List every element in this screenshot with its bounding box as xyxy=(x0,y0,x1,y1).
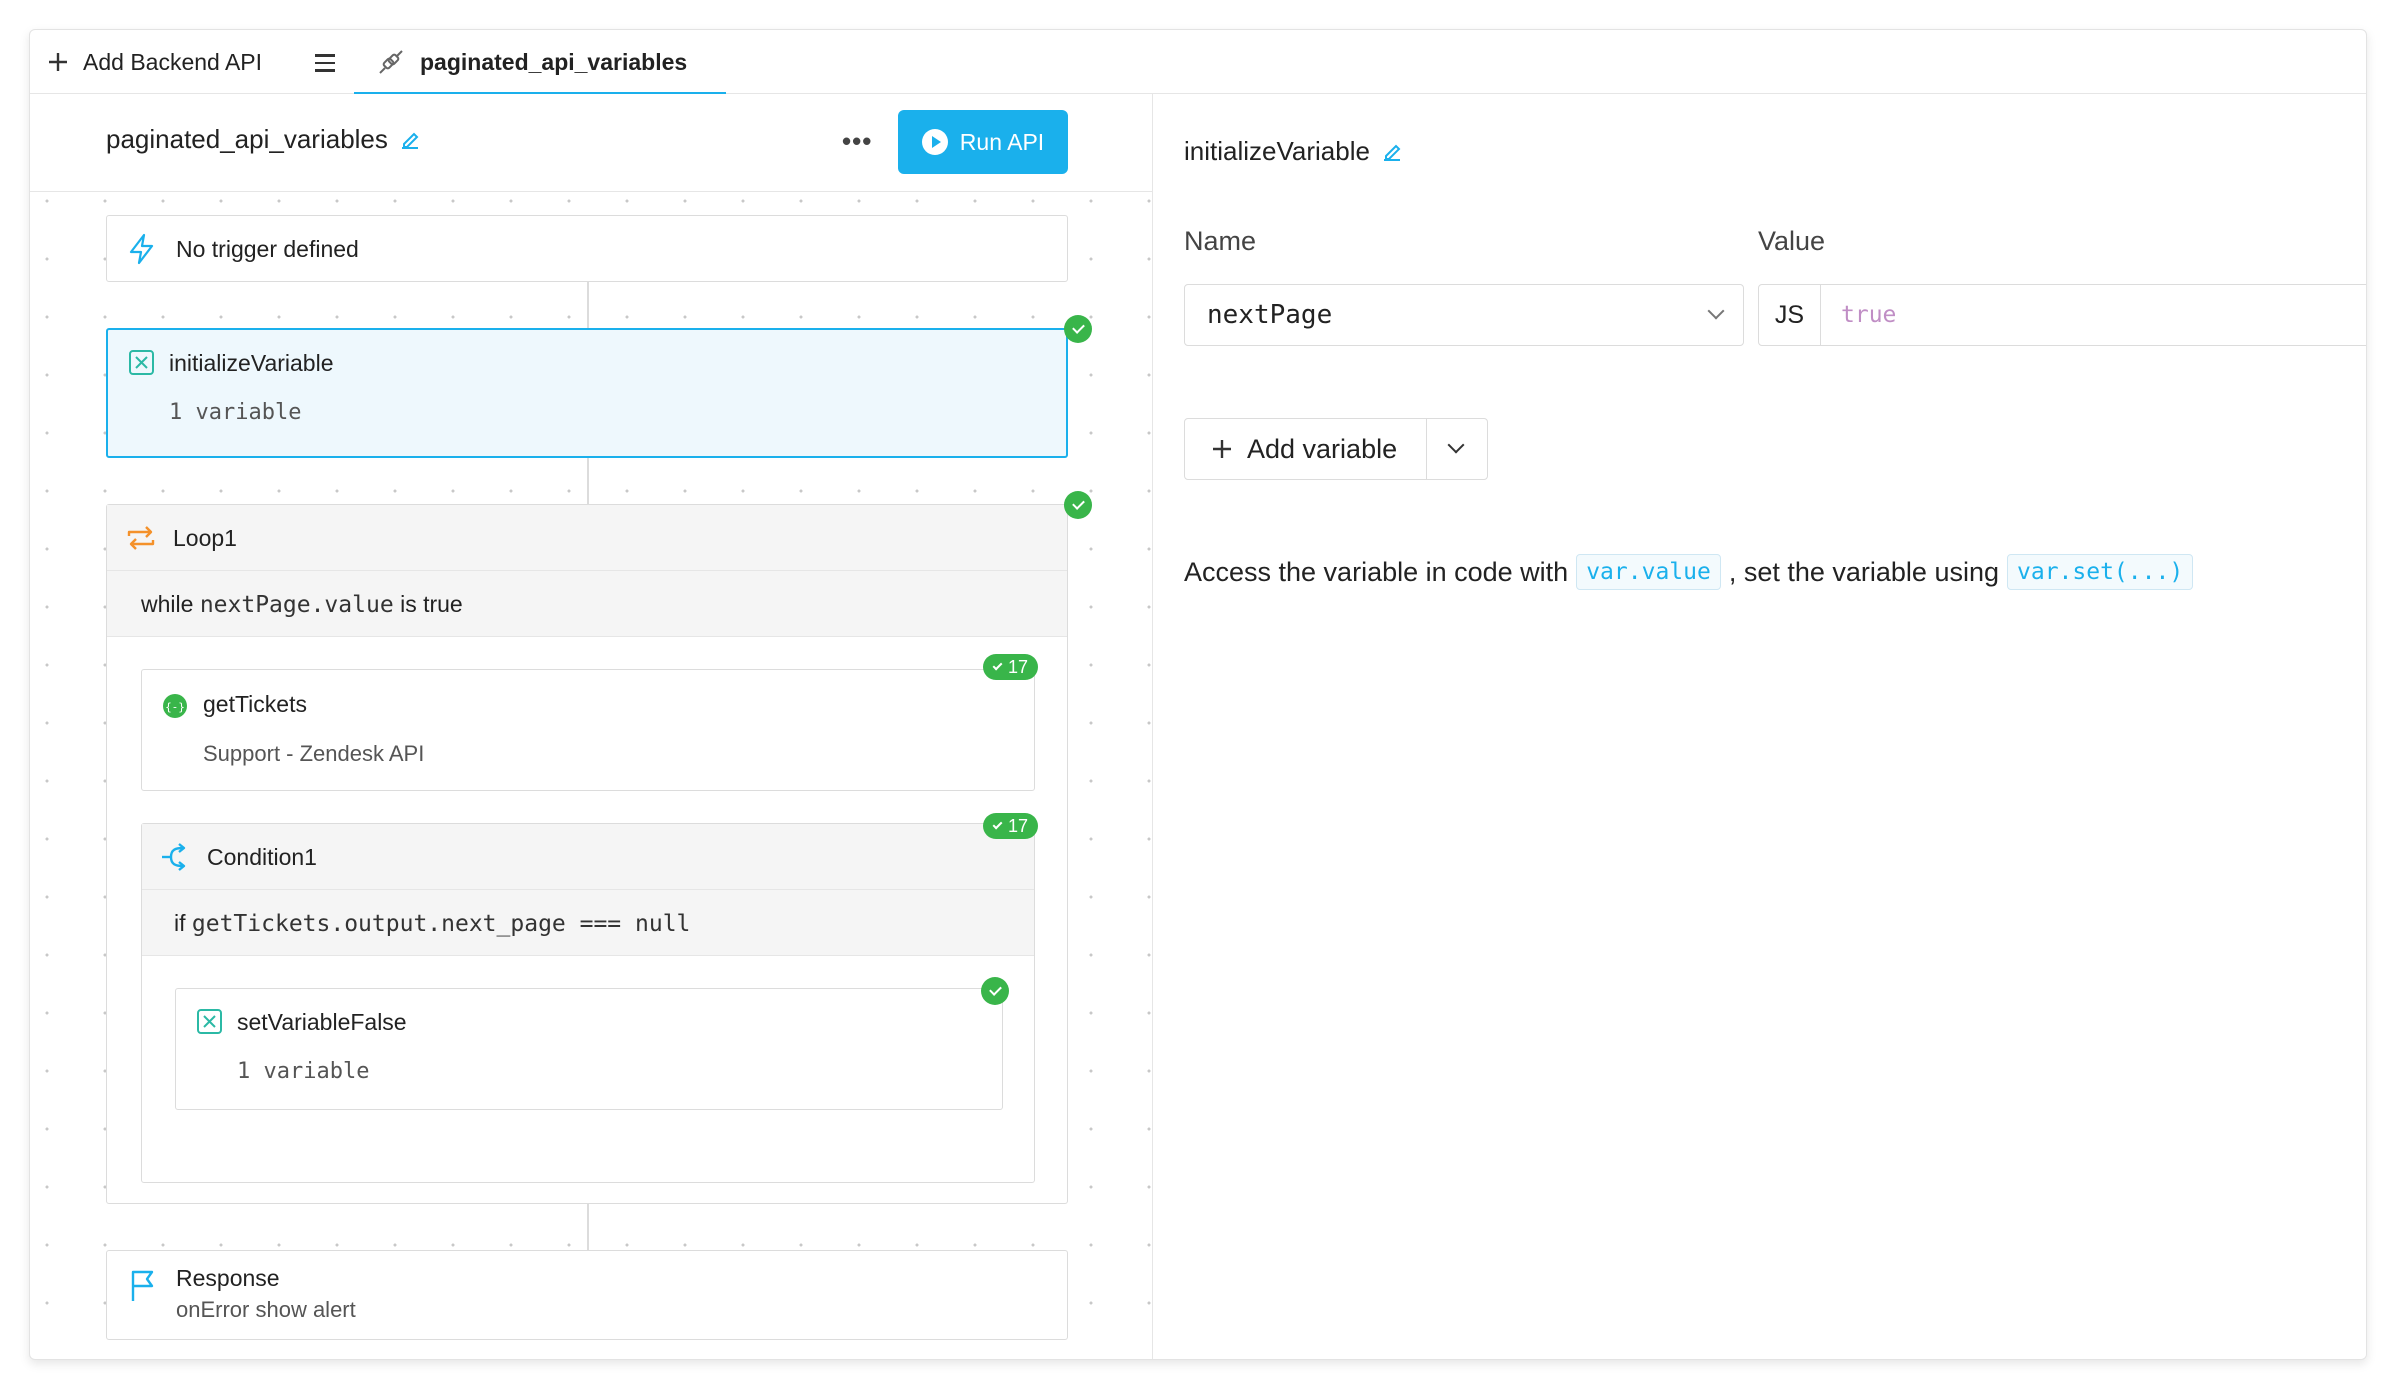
run-count-badge: 17 xyxy=(983,813,1039,839)
name-label: Name xyxy=(1184,226,1257,256)
add-backend-api-label: Add Backend API xyxy=(83,48,263,75)
help-code-set: var.set(...) xyxy=(2007,554,2194,590)
node-subtitle: 1 variable xyxy=(237,1059,370,1084)
condition-node[interactable]: Condition1 if getTickets.output.next_pag… xyxy=(141,823,1035,1183)
node-title: initializeVariable xyxy=(169,350,334,376)
chevron-down-icon xyxy=(1707,302,1725,320)
variable-help-text: Access the variable in code with var.val… xyxy=(1184,554,2194,590)
flow-header: paginated_api_variables ••• Run API xyxy=(30,94,1152,192)
condition-title: Condition1 xyxy=(207,844,317,870)
help-prefix: Access the variable in code with xyxy=(1184,556,1569,587)
response-node[interactable]: Response onError show alert xyxy=(106,1250,1068,1340)
lightning-icon xyxy=(129,233,154,265)
connector xyxy=(587,1204,589,1250)
node-title: setVariableFalse xyxy=(237,1009,407,1035)
connector xyxy=(587,458,589,504)
more-options-button[interactable]: ••• xyxy=(842,126,872,157)
node-subtitle: 1 variable xyxy=(169,400,302,425)
connector xyxy=(587,282,589,328)
variable-name-value: nextPage xyxy=(1207,300,1333,330)
add-variable-label: Add variable xyxy=(1247,433,1398,464)
properties-title: initializeVariable xyxy=(1184,136,1370,166)
loop-cond-code: nextPage.value xyxy=(199,592,394,618)
flow-canvas: paginated_api_variables ••• Run API No t… xyxy=(30,94,1153,1359)
branch-icon xyxy=(162,843,186,871)
variable-icon xyxy=(197,1009,222,1034)
success-check-icon xyxy=(1064,491,1092,519)
tab-paginated-api-variables[interactable]: paginated_api_variables xyxy=(354,30,726,95)
loop-icon xyxy=(127,526,155,550)
add-variable-button[interactable]: Add variable xyxy=(1185,419,1427,479)
node-title: Response xyxy=(176,1265,280,1291)
tab-bar: Add Backend API paginated_api_variables xyxy=(30,30,2366,95)
play-icon xyxy=(921,129,948,155)
get-tickets-node[interactable]: {-} getTickets Support - Zendesk API xyxy=(141,669,1035,791)
loop-cond-prefix: while xyxy=(141,591,194,617)
help-code-value: var.value xyxy=(1576,554,1721,590)
properties-panel: initializeVariable Name Value nextPage J… xyxy=(1154,94,2366,1359)
run-api-button[interactable]: Run API xyxy=(898,110,1068,174)
node-subtitle: Support - Zendesk API xyxy=(203,741,425,766)
plus-icon xyxy=(1213,440,1231,458)
check-icon xyxy=(992,660,1003,671)
pencil-icon[interactable] xyxy=(398,128,422,152)
value-label: Value xyxy=(1758,226,1826,256)
condition-expression: if getTickets.output.next_page === null xyxy=(142,890,1034,956)
plus-icon xyxy=(49,53,67,71)
loop-header xyxy=(107,505,1067,571)
variable-value: true xyxy=(1841,302,1897,328)
loop-cond-suffix: is true xyxy=(400,591,463,617)
app-window: Add Backend API paginated_api_variables … xyxy=(29,29,2367,1360)
loop-node[interactable]: Loop1 while nextPage.value is true {-} g… xyxy=(106,504,1068,1204)
flag-icon xyxy=(131,1270,154,1301)
success-check-icon xyxy=(981,977,1009,1005)
run-api-label: Run API xyxy=(959,128,1045,155)
svg-text:{-}: {-} xyxy=(165,701,185,714)
pencil-icon[interactable] xyxy=(1380,140,1404,164)
chevron-down-icon xyxy=(1447,436,1465,454)
run-count: 17 xyxy=(1008,656,1029,677)
variable-name-select[interactable]: nextPage xyxy=(1184,284,1744,346)
run-count-badge: 17 xyxy=(983,654,1039,680)
menu-icon[interactable] xyxy=(310,48,340,78)
loop-condition: while nextPage.value is true xyxy=(107,571,1067,637)
trigger-label: No trigger defined xyxy=(176,236,359,262)
set-variable-false-node[interactable]: setVariableFalse 1 variable xyxy=(175,988,1003,1110)
flow-title: paginated_api_variables xyxy=(106,124,388,154)
loop-title: Loop1 xyxy=(173,525,237,551)
api-link-icon xyxy=(379,50,403,74)
run-count: 17 xyxy=(1008,815,1029,836)
condition-code: getTickets.output.next_page === null xyxy=(191,911,691,937)
check-icon xyxy=(992,819,1003,830)
node-title: getTickets xyxy=(203,691,307,717)
success-check-icon xyxy=(1064,315,1092,343)
trigger-node[interactable]: No trigger defined xyxy=(106,215,1068,282)
add-variable-split-button: Add variable xyxy=(1184,418,1488,480)
add-variable-dropdown[interactable] xyxy=(1427,419,1487,479)
initialize-variable-node[interactable]: initializeVariable 1 variable xyxy=(106,328,1068,458)
variable-value-input[interactable]: JS true xyxy=(1758,284,2366,346)
add-backend-api-button[interactable]: Add Backend API xyxy=(47,46,262,78)
help-middle: , set the variable using xyxy=(1728,556,1999,587)
node-subtitle: onError show alert xyxy=(176,1297,356,1322)
api-icon: {-} xyxy=(163,694,187,718)
tab-label: paginated_api_variables xyxy=(420,48,688,75)
js-mode-toggle[interactable]: JS xyxy=(1759,285,1821,345)
condition-prefix: if xyxy=(174,910,186,936)
variable-icon xyxy=(129,350,154,375)
